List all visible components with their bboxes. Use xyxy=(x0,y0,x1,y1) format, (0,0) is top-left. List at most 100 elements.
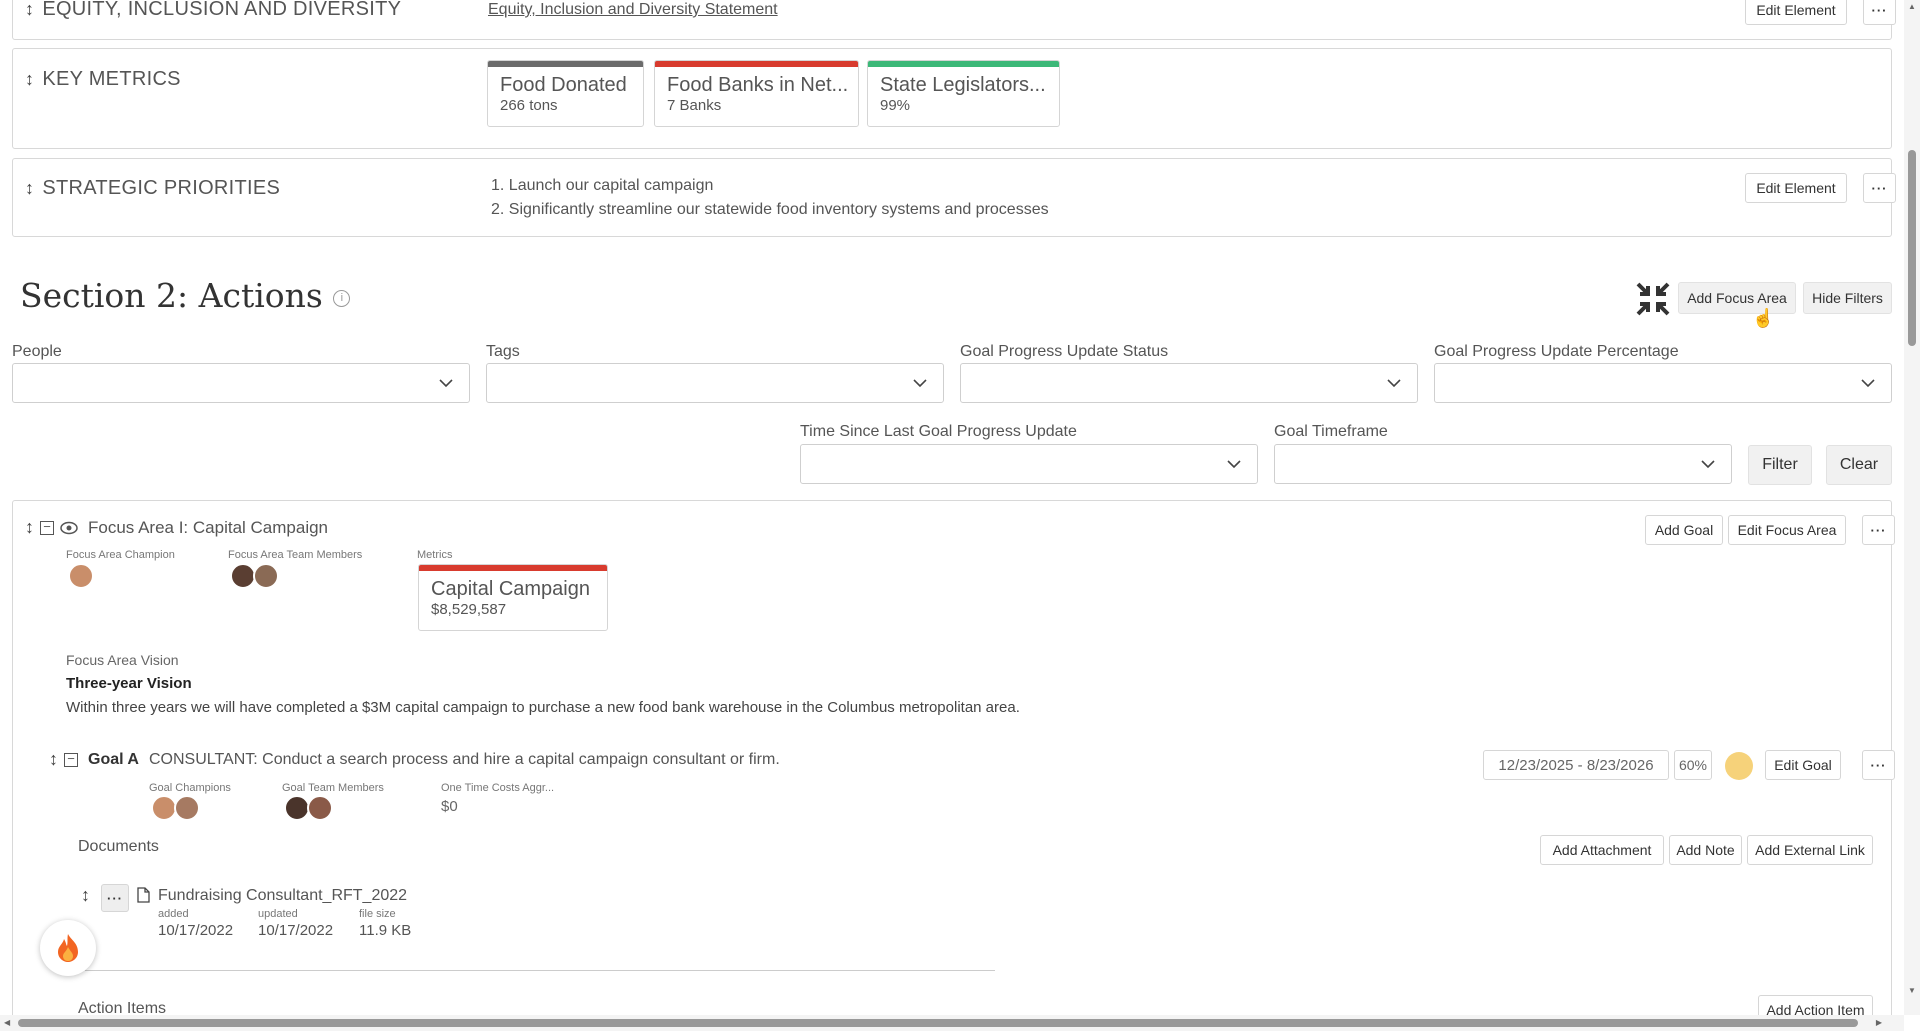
drag-handle-icon[interactable]: ↕ xyxy=(25,69,34,89)
document-name[interactable]: Fundraising Consultant_RFT_2022 xyxy=(158,887,407,905)
edit-focus-area-button[interactable]: Edit Focus Area xyxy=(1728,515,1846,545)
equity-more-button[interactable]: ··· xyxy=(1863,0,1896,25)
people-filter-select[interactable] xyxy=(12,363,470,403)
clear-button[interactable]: Clear xyxy=(1826,445,1892,485)
strategic-panel-title: ↕ STRATEGIC PRIORITIES xyxy=(25,177,280,200)
add-goal-button[interactable]: Add Goal xyxy=(1645,515,1723,545)
scroll-thumb[interactable] xyxy=(18,1019,1858,1027)
drag-handle-icon[interactable]: ↕ xyxy=(25,517,34,538)
strategic-more-button[interactable]: ··· xyxy=(1863,173,1896,203)
focus-area-more-button[interactable]: ··· xyxy=(1862,515,1895,545)
metric-color-bar xyxy=(419,565,607,571)
avatar[interactable] xyxy=(307,795,333,821)
priority-item: 2. Significantly streamline our statewid… xyxy=(491,201,1049,218)
tags-filter-select[interactable] xyxy=(486,363,944,403)
drag-handle-icon[interactable]: ↕ xyxy=(81,885,90,906)
tags-filter-label: Tags xyxy=(486,343,520,360)
equity-panel: ↕ EQUITY, INCLUSION AND DIVERSITY Equity,… xyxy=(12,0,1896,40)
percentage-filter-label: Goal Progress Update Percentage xyxy=(1434,343,1679,360)
equity-title-text: EQUITY, INCLUSION AND DIVERSITY xyxy=(42,0,402,20)
scroll-right-arrow-icon[interactable]: ▶ xyxy=(1876,1018,1882,1027)
page: ↕ EQUITY, INCLUSION AND DIVERSITY Equity,… xyxy=(0,0,1904,1015)
metric-value: 99% xyxy=(880,97,911,114)
metric-value: 266 tons xyxy=(500,97,558,114)
filter-button[interactable]: Filter xyxy=(1748,445,1812,485)
vision-label: Focus Area Vision xyxy=(66,652,179,668)
vision-text: Within three years we will have complete… xyxy=(66,699,1020,716)
metrics-label: Metrics xyxy=(417,549,453,561)
goal-status-indicator xyxy=(1725,752,1753,780)
metric-name: State Legislators... xyxy=(880,74,1046,96)
metric-card-food-donated[interactable]: Food Donated 266 tons xyxy=(487,60,644,127)
metric-name: Food Banks in Net... xyxy=(667,74,849,96)
goal-percent: 60% xyxy=(1674,750,1712,780)
status-filter-select[interactable] xyxy=(960,363,1418,403)
chevron-down-icon xyxy=(1227,460,1241,469)
action-items-title: Action Items xyxy=(78,1000,167,1015)
equity-edit-element-button[interactable]: Edit Element xyxy=(1745,0,1847,25)
document-updated-date: 10/17/2022 xyxy=(258,922,334,939)
goal-label: Goal A xyxy=(88,750,139,768)
strategic-edit-element-button[interactable]: Edit Element xyxy=(1745,173,1847,203)
add-note-button[interactable]: Add Note xyxy=(1669,835,1742,865)
metric-card-capital-campaign[interactable]: Capital Campaign $8,529,587 xyxy=(418,564,608,631)
metric-card-food-banks[interactable]: Food Banks in Net... 7 Banks xyxy=(654,60,859,127)
goal-more-button[interactable]: ··· xyxy=(1862,750,1895,780)
goal-champions-label: Goal Champions xyxy=(149,782,231,794)
section-title-text: Section 2: Actions xyxy=(20,276,323,315)
chevron-down-icon xyxy=(1701,460,1715,469)
goal-date-range: 12/23/2025 - 8/23/2026 xyxy=(1483,750,1669,780)
chevron-down-icon xyxy=(913,379,927,388)
add-focus-area-button[interactable]: Add Focus Area xyxy=(1678,282,1796,314)
divider xyxy=(85,970,995,971)
timeframe-filter-label: Goal Timeframe xyxy=(1274,423,1388,440)
drag-handle-icon[interactable]: ↕ xyxy=(49,749,58,770)
scroll-left-arrow-icon[interactable]: ◀ xyxy=(4,1018,10,1027)
vertical-scrollbar[interactable]: ▲ ▼ xyxy=(1904,0,1920,1015)
avatar[interactable] xyxy=(68,563,94,589)
strategic-title-text: STRATEGIC PRIORITIES xyxy=(42,177,281,199)
one-time-costs-label: One Time Costs Aggr... xyxy=(441,782,555,794)
hide-filters-button[interactable]: Hide Filters xyxy=(1803,282,1892,314)
goal-header: ↕ − Goal A CONSULTANT: Conduct a search … xyxy=(49,749,780,770)
avatar[interactable] xyxy=(174,795,200,821)
goal-text: CONSULTANT: Conduct a search process and… xyxy=(148,750,780,768)
document-icon xyxy=(137,887,150,908)
fire-widget-icon[interactable] xyxy=(40,920,96,976)
collapse-all-icon[interactable] xyxy=(1636,282,1670,316)
edit-goal-button[interactable]: Edit Goal xyxy=(1765,750,1841,780)
add-action-item-button[interactable]: Add Action Item xyxy=(1758,995,1873,1015)
metric-color-bar xyxy=(868,61,1059,67)
eye-icon[interactable] xyxy=(60,521,78,535)
time-since-filter-select[interactable] xyxy=(800,444,1258,484)
metric-card-state-legislators[interactable]: State Legislators... 99% xyxy=(867,60,1060,127)
drag-handle-icon[interactable]: ↕ xyxy=(25,0,34,19)
metric-name: Capital Campaign xyxy=(431,578,590,600)
scroll-up-arrow-icon[interactable]: ▲ xyxy=(1908,2,1916,11)
metric-value: $8,529,587 xyxy=(431,601,507,618)
mouse-cursor-icon: ☝ xyxy=(1752,308,1775,328)
drag-handle-icon[interactable]: ↕ xyxy=(25,178,34,198)
avatar[interactable] xyxy=(253,563,279,589)
timeframe-filter-select[interactable] xyxy=(1274,444,1732,484)
focus-area-team-label: Focus Area Team Members xyxy=(228,549,363,561)
document-more-button[interactable]: ··· xyxy=(101,884,129,912)
scroll-thumb[interactable] xyxy=(1908,150,1916,346)
percentage-filter-select[interactable] xyxy=(1434,363,1892,403)
document-updated-label: updated xyxy=(258,908,298,920)
scroll-down-arrow-icon[interactable]: ▼ xyxy=(1908,986,1916,995)
status-filter-label: Goal Progress Update Status xyxy=(960,343,1169,360)
add-attachment-button[interactable]: Add Attachment xyxy=(1540,835,1664,865)
focus-area-champion-label: Focus Area Champion xyxy=(66,549,175,561)
document-added-label: added xyxy=(158,908,189,920)
horizontal-scrollbar[interactable]: ◀ ▶ xyxy=(0,1015,1904,1031)
key-metrics-panel: ↕ KEY METRICS Food Donated 266 tons Food … xyxy=(12,48,1892,149)
chevron-down-icon xyxy=(1387,379,1401,388)
equity-statement-link[interactable]: Equity, Inclusion and Diversity Statemen… xyxy=(488,1,778,19)
add-external-link-button[interactable]: Add External Link xyxy=(1747,835,1873,865)
collapse-icon[interactable]: − xyxy=(64,752,78,767)
equity-panel-title: ↕ EQUITY, INCLUSION AND DIVERSITY xyxy=(25,0,401,21)
collapse-icon[interactable]: − xyxy=(40,520,54,535)
metric-value: 7 Banks xyxy=(667,97,722,114)
info-icon[interactable]: i xyxy=(333,289,351,307)
